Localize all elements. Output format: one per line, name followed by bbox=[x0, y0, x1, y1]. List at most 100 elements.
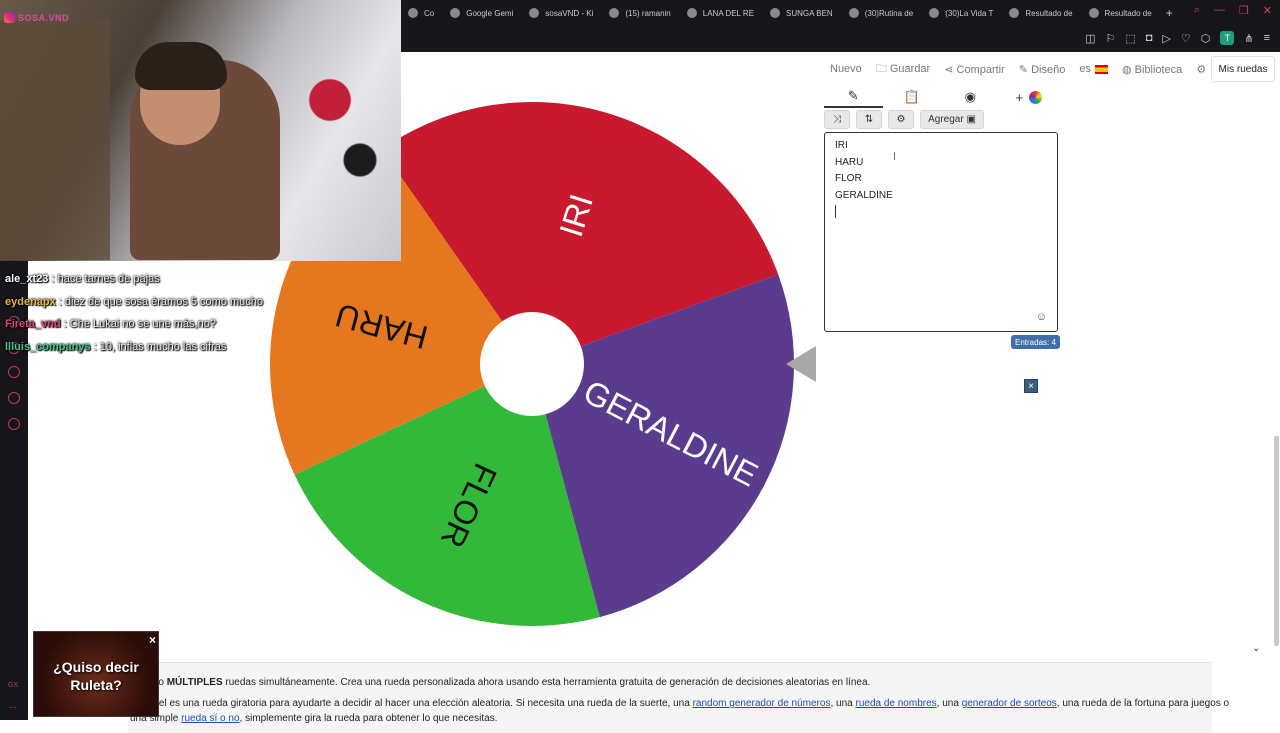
image-icon: ▣ bbox=[966, 114, 976, 125]
browser-tab[interactable]: Co bbox=[400, 0, 442, 26]
ad-text: ¿Quiso decir Ruleta? bbox=[34, 658, 158, 694]
yes-no-wheel-link[interactable]: rueda sí o no bbox=[181, 713, 239, 724]
channel-name: SOSA.VND bbox=[18, 12, 70, 23]
tab-edit[interactable]: ✎ bbox=[824, 86, 883, 108]
globe-icon bbox=[770, 8, 781, 18]
google-icon bbox=[1009, 8, 1020, 18]
browser-tab[interactable]: (30)Rutina de bbox=[841, 0, 921, 26]
chat-username[interactable]: Fireta_vnd bbox=[5, 318, 61, 330]
browser-tab[interactable]: (30)La Vida T bbox=[921, 0, 1001, 26]
settings-icon[interactable]: ⚙ bbox=[1196, 63, 1206, 76]
chat-text: : diez de que sosa éramos 5 como mucho bbox=[55, 295, 264, 308]
shuffle-button[interactable]: ⤨ bbox=[824, 110, 850, 129]
ad-text-line2: Ruleta? bbox=[70, 677, 122, 693]
channel-badge: SOSA.VND bbox=[4, 12, 69, 23]
eye-off-icon: ◉ bbox=[964, 89, 976, 104]
minimize-icon[interactable]: — bbox=[1214, 4, 1225, 17]
webcam-overlay: SOSA.VND bbox=[0, 0, 401, 261]
play-icon[interactable]: ▷ bbox=[1162, 32, 1170, 45]
chat-username[interactable]: ale_xt23 bbox=[5, 273, 48, 285]
entries-count-badge: Entradas: 4 bbox=[1011, 335, 1060, 349]
chat-username[interactable]: eydenapx bbox=[5, 296, 56, 308]
music-icon[interactable] bbox=[8, 366, 20, 378]
info-line1-bold: MÚLTIPLES bbox=[166, 677, 223, 688]
ad-close-icon[interactable]: × bbox=[149, 633, 156, 647]
new-tab-button[interactable]: + bbox=[1160, 6, 1179, 20]
compartir-label: Compartir bbox=[956, 63, 1005, 76]
mis-ruedas-button[interactable]: Mis ruedas bbox=[1211, 56, 1275, 82]
browser-tab[interactable]: (15) ramanin bbox=[601, 0, 678, 26]
webcam-graffiti bbox=[290, 20, 390, 220]
heart-icon[interactable] bbox=[8, 418, 20, 430]
gemini-icon bbox=[450, 8, 461, 18]
chevron-down-icon[interactable]: ⌄ bbox=[1252, 643, 1260, 654]
share-icon[interactable]: ⋔ bbox=[1244, 32, 1253, 45]
browser-tab-label: (30)La Vida T bbox=[945, 8, 994, 18]
tab-add-wheel[interactable]: + bbox=[1000, 86, 1059, 108]
pencil-icon: ✎ bbox=[847, 88, 859, 103]
diseno-label: Diseño bbox=[1031, 63, 1066, 76]
info-line3-post: , simplemente gira la rueda para obtener… bbox=[239, 713, 498, 724]
sort-button[interactable]: ⇅ bbox=[856, 110, 882, 129]
heart-icon[interactable]: ♡ bbox=[1181, 32, 1191, 45]
browser-tab[interactable]: Resultado de bbox=[1001, 0, 1080, 26]
guardar-link[interactable]: 🗀 Guardar bbox=[876, 60, 930, 79]
history-icon[interactable] bbox=[8, 392, 20, 404]
browser-tab[interactable]: LANA DEL RE bbox=[679, 0, 762, 26]
close-icon[interactable]: × bbox=[1024, 379, 1038, 393]
search-icon[interactable]: ⌕ bbox=[1194, 4, 1200, 17]
chat-text: : hace tarnes de pajas bbox=[48, 273, 160, 285]
info-line-2: e Wheel es una rueda giratoria para ayud… bbox=[130, 698, 1229, 709]
pocket-icon[interactable]: ◘ bbox=[1146, 32, 1153, 44]
raffle-generator-link[interactable]: generador de sorteos bbox=[962, 698, 1057, 709]
profile-avatar[interactable]: T bbox=[1220, 31, 1235, 45]
more-dots[interactable]: ... bbox=[9, 700, 17, 710]
bookmark-icon[interactable]: ⚐ bbox=[1105, 32, 1115, 45]
random-number-link[interactable]: random generador de números bbox=[693, 698, 831, 709]
entry-line: FLOR bbox=[835, 173, 862, 184]
info-line-1: rueda o MÚLTIPLES ruedas simultáneamente… bbox=[130, 677, 870, 688]
chat-username[interactable]: llluis_companys bbox=[5, 341, 91, 353]
browser-tab[interactable]: Resultado de bbox=[1081, 0, 1160, 26]
tab-results[interactable]: 📋 bbox=[883, 86, 942, 108]
biblioteca-link[interactable]: ◍ Biblioteca bbox=[1122, 63, 1182, 76]
browser-tab[interactable]: sosaVND - Ki bbox=[521, 0, 601, 26]
gear-button[interactable]: ⚙ bbox=[888, 110, 914, 129]
roulette-ad[interactable]: × ¿Quiso decir Ruleta? bbox=[33, 631, 159, 717]
extensions-icon[interactable]: ⬡ bbox=[1201, 32, 1211, 45]
page-scrollbar[interactable] bbox=[1274, 436, 1279, 646]
nuevo-link[interactable]: Nuevo bbox=[830, 63, 862, 75]
wheel-pointer-icon bbox=[786, 346, 816, 382]
emoji-icon[interactable]: ☺ bbox=[1036, 311, 1047, 323]
close-window-icon[interactable]: ✕ bbox=[1263, 4, 1272, 17]
language-select[interactable]: es bbox=[1079, 63, 1108, 75]
compartir-link[interactable]: ⋖ Compartir bbox=[944, 63, 1005, 76]
wheel-center[interactable] bbox=[480, 312, 584, 416]
guardar-label: Guardar bbox=[889, 62, 931, 75]
biblioteca-label: Biblioteca bbox=[1134, 63, 1183, 76]
browser-tab-label: LANA DEL RE bbox=[702, 8, 755, 18]
screenshot-icon[interactable]: ⬚ bbox=[1125, 32, 1135, 45]
browser-tab-label: (15) ramanin bbox=[625, 8, 671, 18]
browser-tab[interactable]: Google Gemi bbox=[442, 0, 521, 26]
entries-textarea[interactable]: I ☺ IRI HARU FLOR GERALDINE bbox=[824, 132, 1058, 332]
browser-tab-label: Google Gemi bbox=[466, 8, 514, 18]
generic-tab-icon bbox=[408, 8, 418, 18]
entry-line: IRI bbox=[835, 140, 848, 151]
diseno-link[interactable]: ✎ Diseño bbox=[1019, 63, 1066, 76]
agregar-image-button[interactable]: Agregar ▣ bbox=[920, 110, 984, 129]
tab-hide[interactable]: ◉ bbox=[941, 86, 1000, 108]
plus-icon: + bbox=[1015, 89, 1024, 105]
chat-message: eydenapx : diez de que sosa éramos 5 com… bbox=[5, 291, 335, 314]
menu-icon[interactable]: ≡ bbox=[1264, 32, 1270, 44]
editor-tabs: ✎ 📋 ◉ + bbox=[824, 86, 1058, 108]
lang-label: es bbox=[1079, 63, 1091, 75]
browser-tab-label: Co bbox=[424, 8, 435, 18]
sidebar-toggle-icon[interactable]: ◫ bbox=[1085, 32, 1095, 45]
chat-message: llluis_companys : 10, inflas mucho las c… bbox=[5, 336, 335, 359]
name-wheel-link[interactable]: rueda de nombres bbox=[855, 698, 936, 709]
browser-tab[interactable]: SUNGA BEN bbox=[762, 0, 841, 26]
text-cursor-icon: I bbox=[893, 151, 897, 163]
maximize-icon[interactable]: ❐ bbox=[1239, 4, 1249, 17]
google-icon bbox=[1088, 8, 1099, 18]
